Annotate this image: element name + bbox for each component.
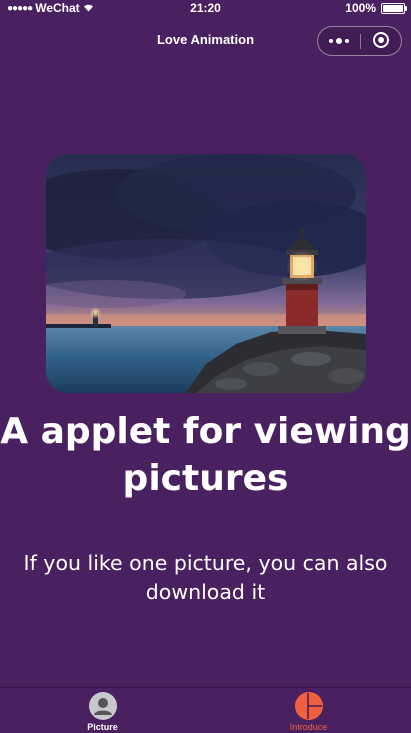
- tab-picture-label: Picture: [87, 722, 118, 732]
- hero-lighthouse-image: [46, 154, 366, 393]
- tab-bar: Picture Introduce: [0, 687, 411, 733]
- avatar-icon: [88, 692, 117, 720]
- battery-percent: 100%: [345, 1, 376, 15]
- tab-picture[interactable]: Picture: [0, 688, 205, 733]
- status-bar: ●●●●● WeChat 21:20 100%: [0, 0, 411, 18]
- headline: A applet for viewing pictures: [0, 411, 411, 499]
- menu-capsule: [317, 26, 402, 56]
- capsule-divider: [360, 34, 361, 49]
- more-options-button[interactable]: [318, 27, 360, 55]
- tab-introduce[interactable]: Introduce: [206, 688, 411, 733]
- subtitle: If you like one picture, you can also do…: [23, 551, 388, 604]
- pie-chart-icon: [294, 692, 323, 720]
- battery-icon: [381, 2, 407, 14]
- status-right: 100%: [345, 1, 407, 15]
- nav-bar: Love Animation: [0, 18, 411, 62]
- app-screen: ●●●●● WeChat 21:20 100% Love Animation A…: [0, 0, 411, 733]
- close-miniprogram-button[interactable]: [373, 32, 389, 48]
- tab-introduce-label: Introduce: [289, 722, 328, 732]
